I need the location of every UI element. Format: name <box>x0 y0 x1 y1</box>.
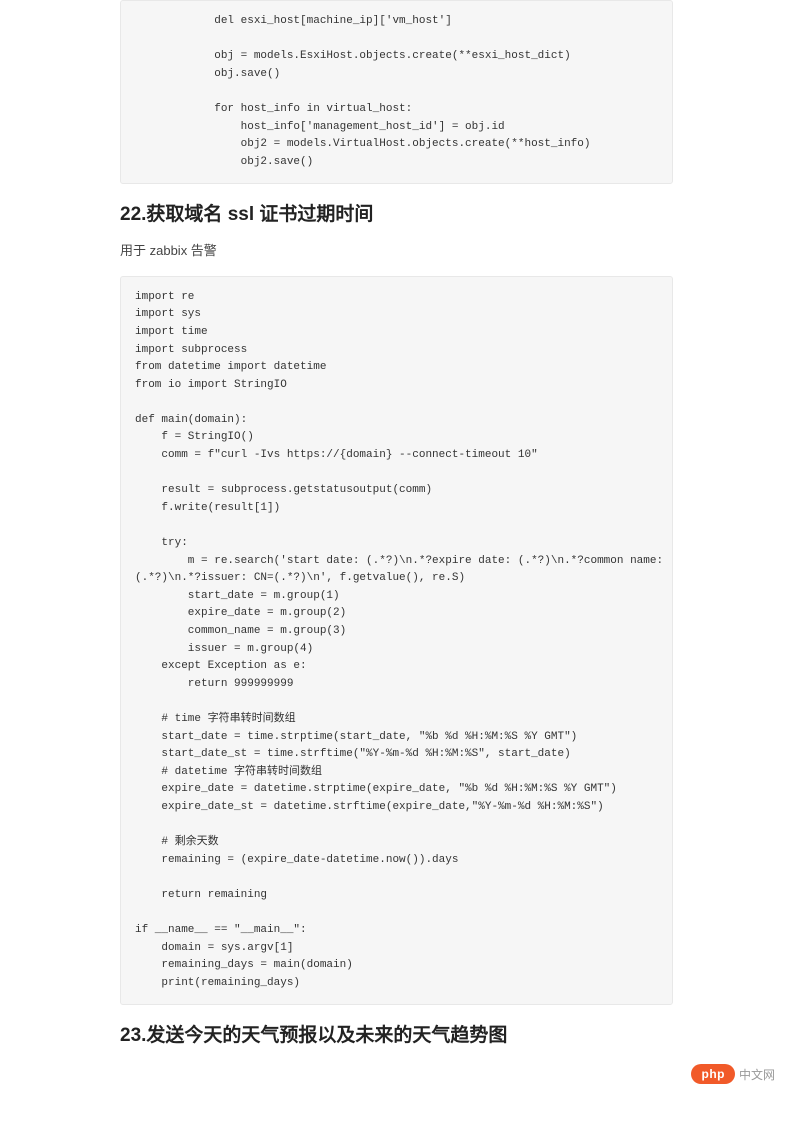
heading-23: 23.发送今天的天气预报以及未来的天气趋势图 <box>120 1023 673 1050</box>
paragraph-22: 用于 zabbix 告警 <box>120 241 673 262</box>
code-block-ssl: import re import sys import time import … <box>120 276 673 1006</box>
watermark-text: 中文网 <box>739 1066 775 1083</box>
code-block-esxi: del esxi_host[machine_ip]['vm_host'] obj… <box>120 0 673 184</box>
heading-22: 22.获取域名 ssl 证书过期时间 <box>120 202 673 229</box>
watermark-badge: php <box>691 1064 735 1084</box>
watermark: php 中文网 <box>691 1064 775 1084</box>
article-content: del esxi_host[machine_ip]['vm_host'] obj… <box>0 0 793 1102</box>
